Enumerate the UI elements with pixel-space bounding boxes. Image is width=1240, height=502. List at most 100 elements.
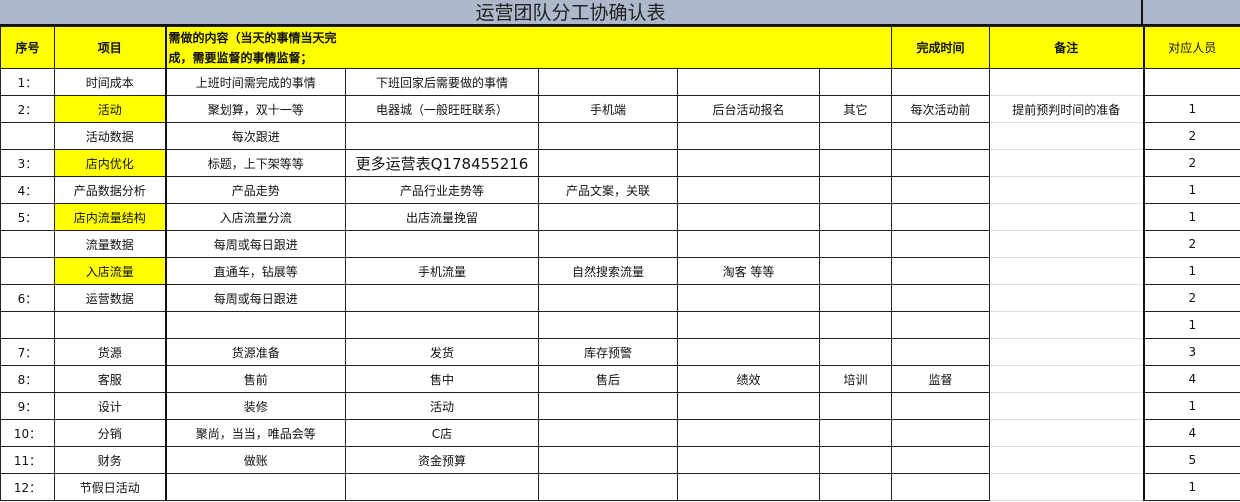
seq-cell[interactable]: [0, 257, 55, 285]
content-cell-2[interactable]: 售中: [345, 365, 539, 393]
content-cell-2[interactable]: 手机流量: [345, 257, 539, 285]
seq-cell[interactable]: [0, 311, 55, 339]
content-cell-2[interactable]: 资金预算: [345, 446, 539, 474]
staff-cell[interactable]: 2: [1143, 122, 1240, 150]
content-cell-5[interactable]: [818, 149, 893, 177]
finish-time-cell[interactable]: [891, 176, 991, 204]
staff-cell[interactable]: 1: [1143, 473, 1240, 501]
content-cell-1[interactable]: 每周或每日跟进: [165, 284, 346, 312]
seq-cell[interactable]: 7：: [0, 338, 55, 366]
content-cell-1[interactable]: 上班时间需完成的事情: [165, 68, 346, 96]
finish-time-cell[interactable]: [891, 203, 991, 231]
remark-cell[interactable]: [989, 203, 1145, 231]
staff-cell[interactable]: 5: [1143, 446, 1240, 474]
remark-cell[interactable]: 提前预判时间的准备: [989, 95, 1145, 123]
remark-cell[interactable]: [989, 68, 1145, 96]
content-cell-3[interactable]: [538, 284, 678, 312]
content-cell-3[interactable]: 库存预警: [538, 338, 678, 366]
finish-time-cell[interactable]: [891, 473, 991, 501]
content-cell-1[interactable]: 货源准备: [165, 338, 346, 366]
staff-cell[interactable]: 1: [1143, 95, 1240, 123]
content-cell-1[interactable]: 聚尚，当当，唯品会等: [165, 419, 346, 447]
staff-cell[interactable]: 2: [1143, 230, 1240, 258]
content-cell-2[interactable]: 下班回家后需要做的事情: [345, 68, 539, 96]
remark-cell[interactable]: [989, 122, 1145, 150]
seq-cell[interactable]: 5：: [0, 203, 55, 231]
content-cell-3[interactable]: [538, 419, 678, 447]
content-cell-5[interactable]: [818, 68, 893, 96]
seq-cell[interactable]: 2：: [0, 95, 55, 123]
item-cell[interactable]: 时间成本: [54, 68, 167, 96]
content-cell-1[interactable]: 做账: [165, 446, 346, 474]
content-cell-1[interactable]: 装修: [165, 392, 346, 420]
seq-cell[interactable]: 6：: [0, 284, 55, 312]
remark-cell[interactable]: [989, 473, 1145, 501]
seq-cell[interactable]: 3：: [0, 149, 55, 177]
staff-cell[interactable]: 1: [1143, 203, 1240, 231]
finish-time-cell[interactable]: [891, 257, 991, 285]
staff-cell[interactable]: 1: [1143, 311, 1240, 339]
finish-time-cell[interactable]: [891, 122, 991, 150]
content-cell-4[interactable]: [677, 149, 820, 177]
item-cell[interactable]: 设计: [54, 392, 167, 420]
item-cell[interactable]: [54, 311, 167, 339]
header-staff[interactable]: 对应人员: [1143, 26, 1240, 69]
content-cell-4[interactable]: [677, 338, 820, 366]
finish-time-cell[interactable]: 监督: [891, 365, 991, 393]
item-cell[interactable]: 货源: [54, 338, 167, 366]
content-cell-2[interactable]: 活动: [345, 392, 539, 420]
remark-cell[interactable]: [989, 419, 1145, 447]
seq-cell[interactable]: 1：: [0, 68, 55, 96]
staff-cell[interactable]: 4: [1143, 419, 1240, 447]
remark-cell[interactable]: [989, 284, 1145, 312]
item-cell[interactable]: 分销: [54, 419, 167, 447]
finish-time-cell[interactable]: [891, 419, 991, 447]
content-cell-4[interactable]: [677, 473, 820, 501]
content-cell-5[interactable]: [818, 176, 893, 204]
finish-time-cell[interactable]: [891, 149, 991, 177]
content-cell-3[interactable]: [538, 446, 678, 474]
seq-cell[interactable]: 4：: [0, 176, 55, 204]
remark-cell[interactable]: [989, 365, 1145, 393]
content-cell-3[interactable]: [538, 392, 678, 420]
content-cell-3[interactable]: [538, 311, 678, 339]
staff-cell[interactable]: 3: [1143, 338, 1240, 366]
item-cell[interactable]: 节假日活动: [54, 473, 167, 501]
header-item[interactable]: 项目: [54, 26, 167, 69]
content-cell-3[interactable]: [538, 473, 678, 501]
content-cell-4[interactable]: [677, 68, 820, 96]
content-cell-3[interactable]: 自然搜索流量: [538, 257, 678, 285]
content-cell-5[interactable]: [818, 419, 893, 447]
content-cell-5[interactable]: [818, 338, 893, 366]
content-cell-2[interactable]: [345, 311, 539, 339]
content-cell-5[interactable]: [818, 311, 893, 339]
item-cell[interactable]: 活动数据: [54, 122, 167, 150]
remark-cell[interactable]: [989, 230, 1145, 258]
content-cell-1[interactable]: 聚划算，双十一等: [165, 95, 346, 123]
content-cell-4[interactable]: 后台活动报名: [677, 95, 820, 123]
content-cell-2[interactable]: 电器城（一般旺旺联系）: [345, 95, 539, 123]
finish-time-cell[interactable]: 每次活动前: [891, 95, 991, 123]
staff-cell[interactable]: 1: [1143, 176, 1240, 204]
remark-cell[interactable]: [989, 311, 1145, 339]
content-cell-5[interactable]: [818, 284, 893, 312]
content-cell-2[interactable]: 出店流量挽留: [345, 203, 539, 231]
content-cell-5[interactable]: [818, 257, 893, 285]
item-cell[interactable]: 运营数据: [54, 284, 167, 312]
content-cell-1[interactable]: 每次跟进: [165, 122, 346, 150]
content-cell-2[interactable]: [345, 230, 539, 258]
content-cell-4[interactable]: [677, 203, 820, 231]
content-cell-4[interactable]: [677, 446, 820, 474]
finish-time-cell[interactable]: [891, 230, 991, 258]
content-cell-3[interactable]: [538, 68, 678, 96]
content-cell-5[interactable]: [818, 203, 893, 231]
title-right-cell[interactable]: [1143, 0, 1240, 26]
finish-time-cell[interactable]: [891, 392, 991, 420]
content-cell-4[interactable]: 淘客 等等: [677, 257, 820, 285]
finish-time-cell[interactable]: [891, 68, 991, 96]
finish-time-cell[interactable]: [891, 311, 991, 339]
content-cell-5[interactable]: [818, 446, 893, 474]
content-cell-5[interactable]: [818, 473, 893, 501]
header-remark[interactable]: 备注: [989, 26, 1145, 69]
remark-cell[interactable]: [989, 338, 1145, 366]
